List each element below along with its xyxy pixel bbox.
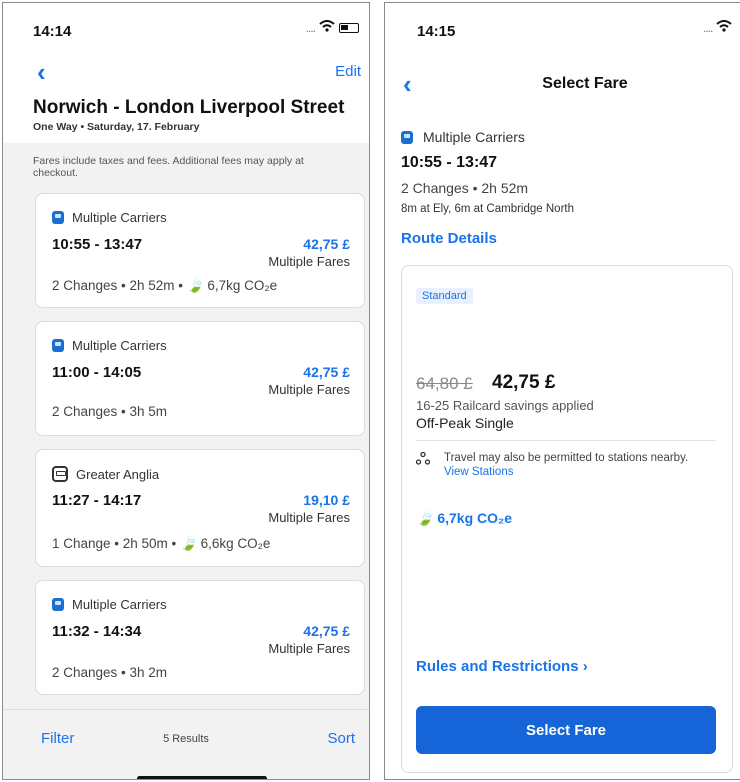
train-icon (52, 211, 64, 224)
carrier: Multiple Carriers (52, 210, 167, 225)
carrier: Greater Anglia (52, 466, 159, 482)
sort-button[interactable]: Sort (327, 730, 355, 747)
journey-times: 10:55 - 13:47 (52, 236, 143, 253)
divider (416, 440, 716, 441)
route-details-link[interactable]: Route Details (401, 230, 497, 247)
multiple-fares-label: Multiple Fares (268, 254, 350, 269)
journey-price: 42,75 £ (303, 623, 350, 639)
signal-icon: .... (305, 20, 316, 35)
carrier-name: Multiple Carriers (72, 338, 167, 353)
journey-summary: 2 Changes • 2h 52m • 🍃 6,7kg CO₂e (52, 278, 277, 294)
discounted-price: 42,75 £ (492, 372, 556, 393)
stations-text: Travel may also be permitted to stations… (444, 452, 689, 464)
fare-type: Off-Peak Single (416, 415, 514, 431)
back-icon[interactable]: ‹ (37, 59, 46, 85)
multiple-fares-label: Multiple Fares (268, 382, 350, 397)
journey-card[interactable]: Multiple Carriers 10:55 - 13:47 42,75 £ … (35, 193, 365, 308)
journey-summary: 2 Changes • 3h 2m (52, 665, 167, 680)
route-title: Norwich - London Liverpool Street (33, 97, 345, 118)
view-stations-link[interactable]: View Stations (444, 466, 513, 478)
co2-emissions: 🍃 6,7kg CO₂e (416, 510, 512, 527)
select-fare-button[interactable]: Select Fare (416, 706, 716, 754)
fare-class-badge: Standard (416, 288, 473, 304)
signal-icon: .... (703, 20, 713, 35)
multiple-fares-label: Multiple Fares (268, 641, 350, 656)
changes-duration: 2 Changes • 2h 52m • (52, 278, 187, 293)
carrier-name: Greater Anglia (76, 466, 160, 482)
journey-times: 11:27 - 14:17 (52, 492, 142, 509)
original-price: 64,80 £ (416, 374, 473, 393)
rules-label: Rules and Restrictions (416, 658, 579, 675)
home-indicator[interactable] (137, 776, 267, 779)
status-time: 14:14 (33, 23, 72, 40)
fare-card[interactable]: Standard 64,80 £ 42,75 £ 16-25 Railcard … (401, 265, 733, 773)
chevron-right-icon: › (582, 658, 588, 675)
journey-card[interactable]: Multiple Carriers 11:32 - 14:34 42,75 £ … (35, 580, 365, 695)
railcard-savings: 16-25 Railcard savings applied (416, 398, 594, 413)
journey-card[interactable]: Multiple Carriers 11:00 - 14:05 42,75 £ … (35, 321, 365, 436)
changes-duration: 2 Changes • 3h 2m (52, 665, 168, 680)
page-title: Select Fare (542, 75, 628, 92)
status-icons: .... (306, 19, 359, 36)
carrier-name: Multiple Carriers (72, 597, 167, 612)
multiple-fares-label: Multiple Fares (268, 510, 350, 525)
results-count: 5 Results (163, 733, 209, 745)
journey-times: 11:32 - 14:34 (52, 623, 142, 640)
fare-note: Fares include taxes and fees. Additional… (33, 155, 304, 179)
stations-icon (416, 452, 430, 465)
rules-restrictions-link[interactable]: Rules and Restrictions › (416, 658, 588, 675)
bottom-toolbar: Filter 5 Results Sort (3, 709, 369, 779)
results-screen: 14:14 .... ‹ Edit Norwich - London Liver… (2, 2, 370, 780)
changes-duration: 1 Change • 2h 50m • (52, 536, 181, 551)
leaf-icon: 🍃 (186, 278, 204, 293)
changes-duration: 2 Changes • 2h 52m (401, 180, 529, 196)
stations-note: Travel may also be permitted to stations… (444, 451, 714, 479)
co2-value: 6,7kg CO₂e (207, 278, 278, 293)
route-subtitle: One Way • Saturday, 17. February (33, 121, 200, 133)
carrier: Multiple Carriers (52, 597, 167, 612)
co2-value: 6,7kg CO₂e (437, 510, 513, 526)
carrier-name: Multiple Carriers (423, 129, 525, 145)
train-icon (401, 130, 413, 144)
journey-price: 42,75 £ (303, 236, 350, 252)
status-icons: .... (703, 19, 732, 36)
edit-button[interactable]: Edit (335, 63, 361, 80)
select-fare-screen: 14:15 .... ‹ Select Fare Multiple Carrie… (384, 2, 740, 780)
changes-duration: 2 Changes • 3h 5m (52, 404, 168, 419)
co2-value: 6,6kg CO₂e (200, 536, 271, 551)
carrier: Multiple Carriers (401, 129, 525, 145)
carrier-name: Multiple Carriers (72, 210, 167, 225)
leaf-icon: 🍃 (416, 510, 434, 526)
stop-details: 8m at Ely, 6m at Cambridge North (401, 203, 574, 215)
battery-icon (339, 22, 359, 33)
journey-summary: 1 Change • 2h 50m • 🍃 6,6kg CO₂e (52, 536, 270, 552)
journey-price: 19,10 £ (303, 492, 350, 508)
leaf-icon: 🍃 (180, 536, 197, 551)
journey-summary: 2 Changes • 3h 5m (52, 404, 167, 419)
train-icon (52, 598, 64, 611)
train-icon (52, 339, 64, 352)
journey-card[interactable]: Greater Anglia 11:27 - 14:17 19,10 £ Mul… (35, 449, 365, 567)
journey-times: 10:55 - 13:47 (401, 154, 498, 171)
wifi-icon (319, 19, 335, 36)
carrier: Multiple Carriers (52, 338, 167, 353)
wifi-icon (716, 19, 732, 36)
status-time: 14:15 (417, 23, 456, 40)
greater-anglia-icon (52, 466, 68, 482)
journey-price: 42,75 £ (303, 364, 350, 380)
journey-times: 11:00 - 14:05 (52, 364, 142, 381)
